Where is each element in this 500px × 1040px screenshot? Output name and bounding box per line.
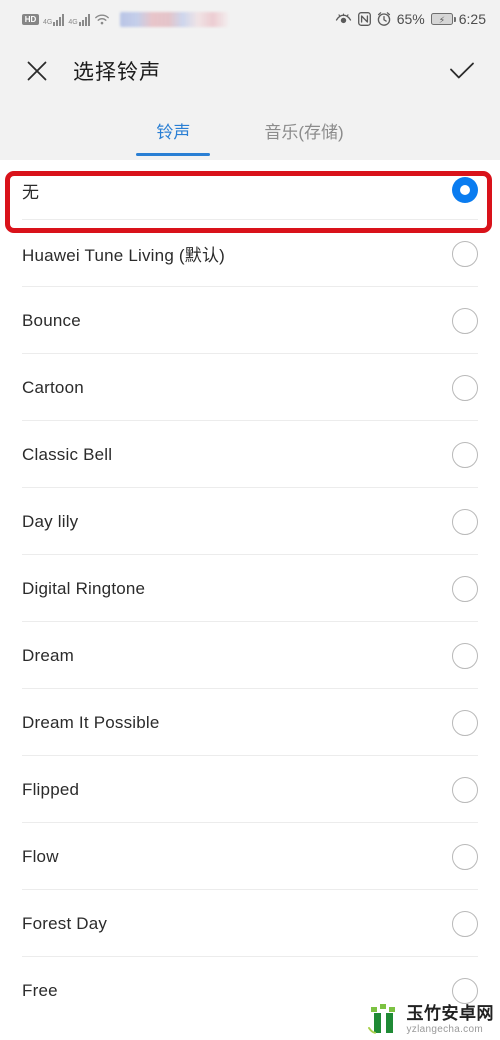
- bamboo-logo-icon: [366, 999, 402, 1035]
- nfc-icon: [357, 12, 371, 26]
- site-watermark: 玉竹安卓网 yzlangecha.com: [366, 999, 495, 1035]
- radio-button[interactable]: [452, 709, 478, 736]
- list-item[interactable]: Huawei Tune Living (默认): [0, 220, 500, 287]
- list-item[interactable]: Dream It Possible: [0, 689, 500, 756]
- eye-comfort-icon: [335, 12, 352, 26]
- status-bar-left: HD 4G 4G: [22, 11, 228, 27]
- list-item[interactable]: Cartoon: [0, 354, 500, 421]
- app-bar: 选择铃声: [0, 38, 500, 104]
- list-item[interactable]: Day lily: [0, 488, 500, 555]
- ringtone-label: Dream: [22, 645, 75, 665]
- ringtone-label: Free: [22, 980, 58, 1000]
- ringtone-label: Bounce: [22, 310, 81, 330]
- radio-button[interactable]: [452, 910, 478, 937]
- status-bar: HD 4G 4G 65% ⚡ 6:25: [0, 0, 500, 38]
- ringtone-label: Dream It Possible: [22, 712, 160, 732]
- tab-music-storage[interactable]: 音乐(存储): [262, 114, 345, 143]
- signal-sim1-icon: 4G: [43, 13, 65, 26]
- list-item[interactable]: 无: [0, 160, 500, 220]
- ringtone-label: Flipped: [22, 779, 80, 799]
- clock-label: 6:25: [458, 11, 486, 27]
- ringtone-label: 无: [22, 182, 40, 202]
- radio-button[interactable]: [452, 441, 478, 468]
- carrier-name-blurred: [119, 11, 228, 27]
- radio-button[interactable]: [452, 843, 478, 870]
- ringtone-label: Flow: [22, 846, 59, 866]
- ringtone-list: 无 Huawei Tune Living (默认) Bounce Cartoon…: [0, 160, 500, 1024]
- check-icon[interactable]: [446, 55, 478, 87]
- ringtone-label: Digital Ringtone: [22, 578, 146, 598]
- tab-ringtone[interactable]: 铃声: [136, 114, 211, 156]
- radio-button[interactable]: [452, 642, 478, 669]
- ringtone-label: Cartoon: [22, 377, 84, 397]
- sim1-network-label: 4G: [43, 18, 53, 26]
- ringtone-label: Day lily: [22, 511, 79, 531]
- radio-button[interactable]: [452, 240, 478, 267]
- radio-button[interactable]: [452, 776, 478, 803]
- hd-voice-icon: HD: [22, 13, 39, 25]
- wifi-icon: [94, 13, 110, 26]
- watermark-text: 玉竹安卓网 yzlangecha.com: [407, 1005, 495, 1035]
- list-item[interactable]: Classic Bell: [0, 421, 500, 488]
- radio-button[interactable]: [452, 575, 478, 602]
- watermark-site-url: yzlangecha.com: [406, 1024, 483, 1035]
- sim2-network-label: 4G: [68, 18, 78, 26]
- list-item[interactable]: Forest Day: [0, 890, 500, 957]
- tab-bar: 铃声 音乐(存储): [0, 104, 500, 160]
- list-item[interactable]: Bounce: [0, 287, 500, 354]
- page-title: 选择铃声: [73, 61, 161, 84]
- battery-charging-icon: ⚡: [430, 13, 456, 25]
- radio-button[interactable]: [452, 374, 478, 401]
- ringtone-label: Huawei Tune Living (默认): [22, 246, 226, 265]
- radio-button-selected[interactable]: [452, 177, 478, 203]
- list-item[interactable]: Flow: [0, 823, 500, 890]
- ringtone-label: Forest Day: [22, 913, 108, 933]
- alarm-clock-icon: [377, 12, 391, 26]
- list-item[interactable]: Dream: [0, 622, 500, 689]
- radio-button[interactable]: [452, 508, 478, 535]
- radio-button[interactable]: [452, 307, 478, 334]
- list-item[interactable]: Digital Ringtone: [0, 555, 500, 622]
- ringtone-label: Classic Bell: [22, 444, 113, 464]
- list-item[interactable]: Flipped: [0, 756, 500, 823]
- watermark-site-name: 玉竹安卓网: [406, 1004, 494, 1023]
- signal-sim2-icon: 4G: [68, 13, 90, 26]
- battery-percent-label: 65%: [396, 11, 425, 27]
- status-bar-right: 65% ⚡ 6:25: [335, 11, 486, 27]
- close-icon[interactable]: [22, 56, 52, 86]
